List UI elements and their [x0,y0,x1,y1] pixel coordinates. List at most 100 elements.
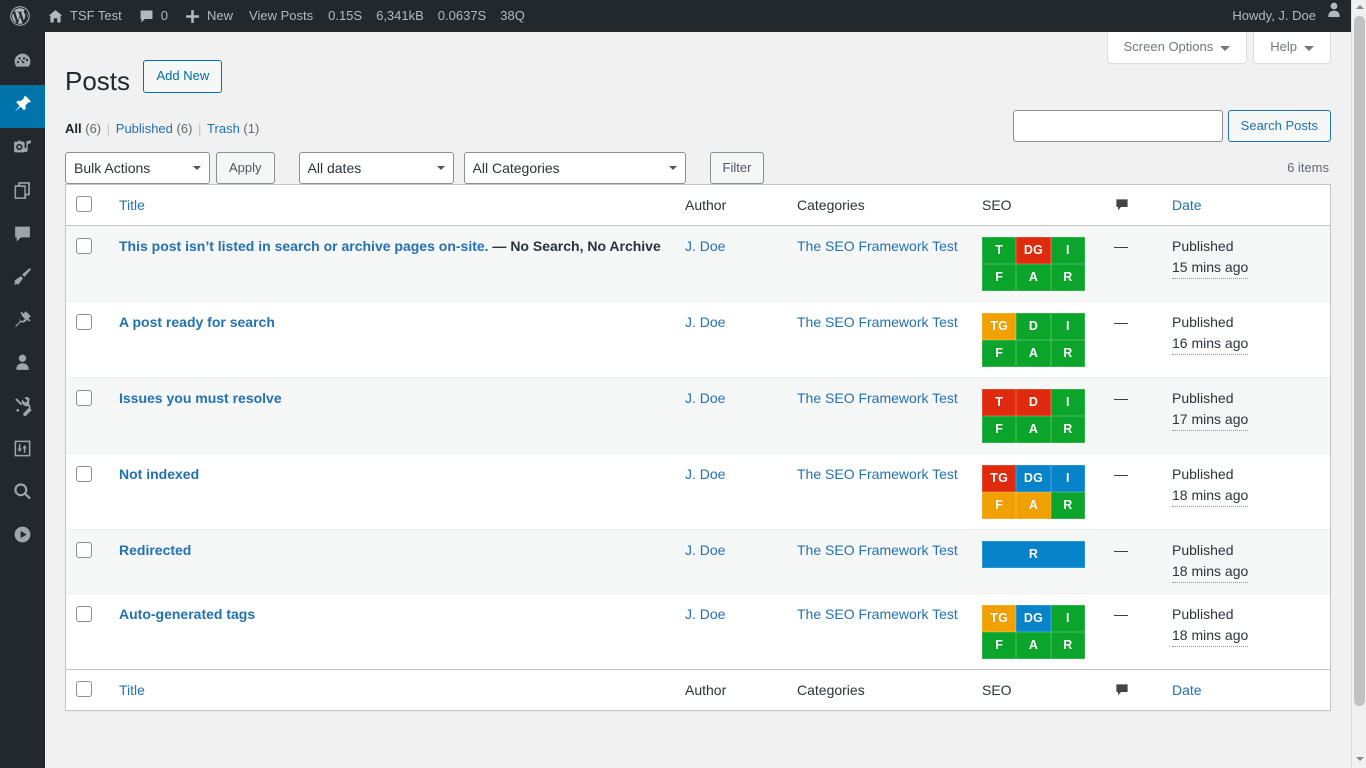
post-author-link[interactable]: J. Doe [685,466,725,482]
seo-badge-t[interactable]: T [982,237,1016,264]
seo-badge-f[interactable]: F [982,340,1016,367]
post-category-link[interactable]: The SEO Framework Test [797,390,958,406]
filter-button[interactable]: Filter [710,152,765,184]
post-author-link[interactable]: J. Doe [685,238,725,254]
row-checkbox[interactable] [76,390,92,406]
header-title-link[interactable]: Title [119,197,145,213]
seo-badge-r[interactable]: R [1051,492,1085,519]
my-account-menu-item[interactable]: Howdy, J. Doe [1224,0,1366,32]
seo-badge-a[interactable]: A [1016,632,1050,659]
post-title-link[interactable]: This post isn’t listed in search or arch… [119,238,489,254]
row-checkbox[interactable] [76,314,92,330]
view-trash-link[interactable]: Trash [207,121,240,136]
seo-badge-i[interactable]: I [1051,237,1085,264]
post-category-link[interactable]: The SEO Framework Test [797,314,958,330]
seo-badge-d[interactable]: D [1016,313,1050,340]
apply-button[interactable]: Apply [216,152,275,184]
post-author-link[interactable]: J. Doe [685,542,725,558]
search-input[interactable] [1013,110,1223,142]
categories-filter-select[interactable]: All Categories [464,152,686,184]
seo-badge-t[interactable]: T [982,389,1016,416]
footer-title-link[interactable]: Title [119,682,145,698]
seo-badge-d[interactable]: D [1016,389,1050,416]
help-button[interactable]: Help [1253,32,1331,64]
post-title-link[interactable]: Issues you must resolve [119,390,282,406]
view-all-link[interactable]: All [65,121,82,136]
seo-badge-dg[interactable]: DG [1016,237,1050,264]
screen-options-button[interactable]: Screen Options [1107,32,1248,64]
header-date-link[interactable]: Date [1172,197,1202,213]
seo-badge-tg[interactable]: TG [982,313,1016,340]
seo-badge-i[interactable]: I [1051,313,1085,340]
add-new-button[interactable]: Add New [143,60,222,94]
sidebar-item-player[interactable] [0,515,45,558]
sidebar-item-appearance[interactable] [0,257,45,300]
row-checkbox[interactable] [76,542,92,558]
comments-menu-item[interactable]: 0 [130,0,176,32]
select-all-checkbox-footer[interactable] [76,681,92,697]
row-checkbox[interactable] [76,606,92,622]
view-posts-menu-item[interactable]: View Posts [241,0,321,32]
seo-badge-r[interactable]: R [1051,632,1085,659]
sidebar-item-tools[interactable] [0,386,45,429]
plug-icon [12,309,33,335]
seo-badge-a[interactable]: A [1016,264,1050,291]
sidebar-item-seo-search[interactable] [0,472,45,515]
post-category-link[interactable]: The SEO Framework Test [797,606,958,622]
wp-logo-menu-item[interactable] [0,0,39,32]
scroll-down-arrow[interactable] [1352,752,1366,768]
seo-badge-r[interactable]: R [1051,416,1085,443]
post-title-link[interactable]: A post ready for search [119,314,275,330]
seo-badge-f[interactable]: F [982,264,1016,291]
seo-badge-f[interactable]: F [982,492,1016,519]
seo-badge-a[interactable]: A [1016,416,1050,443]
seo-badge-i[interactable]: I [1051,605,1085,632]
new-content-menu-item[interactable]: New [176,0,241,32]
sidebar-item-media[interactable] [0,128,45,171]
seo-badge-a[interactable]: A [1016,492,1050,519]
footer-date: Date [1162,669,1330,710]
seo-badge-tg[interactable]: TG [982,465,1016,492]
dates-filter-select[interactable]: All dates [299,152,454,184]
seo-badge-f[interactable]: F [982,632,1016,659]
post-title-link[interactable]: Redirected [119,542,191,558]
site-name-menu-item[interactable]: TSF Test [39,0,130,32]
seo-badge-r[interactable]: R [1051,340,1085,367]
bulk-actions-select[interactable]: Bulk Actions [65,152,210,184]
scroll-up-arrow[interactable] [1352,0,1366,16]
scrollbar-thumb[interactable] [1354,16,1365,706]
post-author-link[interactable]: J. Doe [685,314,725,330]
row-checkbox[interactable] [76,238,92,254]
post-category-link[interactable]: The SEO Framework Test [797,466,958,482]
seo-badge-r[interactable]: R [982,541,1085,568]
sidebar-item-plugins[interactable] [0,300,45,343]
sidebar-item-users[interactable] [0,343,45,386]
post-category-link[interactable]: The SEO Framework Test [797,238,958,254]
post-category-link[interactable]: The SEO Framework Test [797,542,958,558]
sidebar-item-posts[interactable] [0,85,45,128]
search-posts-button[interactable]: Search Posts [1228,110,1331,142]
post-title-link[interactable]: Auto-generated tags [119,606,255,622]
pushpin-icon [12,94,33,120]
seo-badge-i[interactable]: I [1051,389,1085,416]
view-published-link[interactable]: Published [116,121,173,136]
row-checkbox[interactable] [76,466,92,482]
seo-badge-tg[interactable]: TG [982,605,1016,632]
seo-badge-f[interactable]: F [982,416,1016,443]
footer-date-link[interactable]: Date [1172,682,1202,698]
sidebar-item-pages[interactable] [0,171,45,214]
select-all-checkbox[interactable] [76,196,92,212]
post-author-link[interactable]: J. Doe [685,606,725,622]
post-author-link[interactable]: J. Doe [685,390,725,406]
sidebar-item-dashboard[interactable] [0,42,45,85]
row-seo-cell: TGDGI FAR [972,593,1104,669]
seo-badge-dg[interactable]: DG [1016,605,1050,632]
seo-badge-a[interactable]: A [1016,340,1050,367]
seo-badge-r[interactable]: R [1051,264,1085,291]
sidebar-item-settings[interactable] [0,429,45,472]
page-scrollbar[interactable] [1351,0,1366,768]
seo-badge-dg[interactable]: DG [1016,465,1050,492]
sidebar-item-comments[interactable] [0,214,45,257]
seo-badge-i[interactable]: I [1051,465,1085,492]
post-title-link[interactable]: Not indexed [119,466,199,482]
